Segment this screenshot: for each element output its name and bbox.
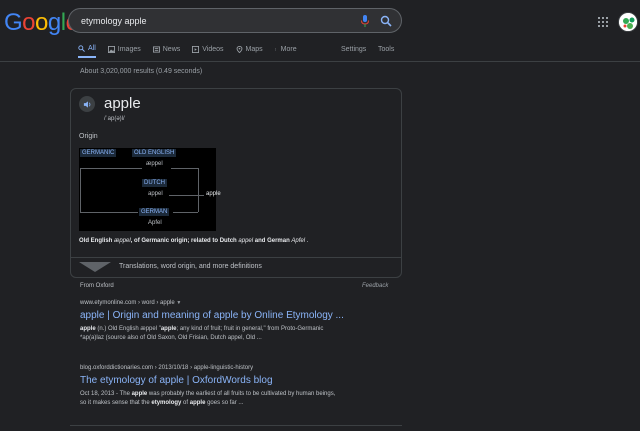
search-box[interactable] <box>68 8 402 33</box>
logo-letter: o <box>22 9 36 36</box>
tree-apfel: Apfel <box>148 220 162 226</box>
dropdown-arrow-icon[interactable]: ▼ <box>176 300 181 306</box>
tree-line <box>198 195 204 196</box>
search-icon <box>78 44 85 52</box>
result-url-text: www.etymonline.com › word › apple <box>80 300 175 306</box>
search-icon[interactable] <box>380 15 392 27</box>
map-pin-icon <box>236 45 242 53</box>
source-label: From Oxford <box>80 283 114 289</box>
more-vert-icon <box>274 47 276 51</box>
tree-apple: apple <box>206 191 221 197</box>
tree-germanic: GERMANIC <box>80 149 117 157</box>
snippet-part: goes so far ... <box>205 400 244 406</box>
ety-part: , of Germanic origin; related to Dutch <box>130 238 239 244</box>
logo-letter: g <box>47 9 61 36</box>
snippet-part: (n.) Old English æppel " <box>95 326 161 332</box>
next-card-border <box>70 425 402 426</box>
result-title-link[interactable]: apple | Origin and meaning of apple by O… <box>80 310 400 321</box>
tab-label: More <box>280 45 297 53</box>
snippet-part: Oct 18, 2013 - The <box>80 391 132 397</box>
ety-part: Apfel <box>291 238 306 244</box>
image-icon <box>107 45 115 53</box>
dictionary-word: apple <box>104 95 141 112</box>
result-url[interactable]: blog.oxforddictionaries.com › 2013/10/18… <box>80 365 400 371</box>
etymology-text: Old English æppel, of Germanic origin; r… <box>79 238 395 244</box>
tree-line <box>80 212 138 213</box>
ety-part: æppel <box>114 238 131 244</box>
feedback-link[interactable]: Feedback <box>362 283 388 289</box>
tab-label: News <box>162 45 181 53</box>
dictionary-card: apple /ˈap(ə)l/ Origin GERMANIC OLD ENGL… <box>70 88 402 278</box>
settings-link[interactable]: Settings <box>341 40 366 58</box>
ety-part: . <box>305 238 309 244</box>
snippet-part: was probably the earliest of all fruits … <box>147 391 336 397</box>
result-url[interactable]: www.etymonline.com › word › apple ▼ <box>80 300 400 306</box>
tab-videos[interactable]: Videos <box>192 40 224 58</box>
etymology-tree: GERMANIC OLD ENGLISH æppel DUTCH appel a… <box>79 148 221 231</box>
tools-link[interactable]: Tools <box>378 40 394 58</box>
tree-appel: appel <box>148 191 163 197</box>
chevron-down-icon <box>79 262 111 272</box>
video-icon <box>192 45 200 53</box>
ety-part: and German <box>253 238 292 244</box>
header-divider <box>0 61 640 62</box>
ety-part: Old English <box>79 238 115 244</box>
snippet-part: apple <box>189 400 206 406</box>
ety-part: appel <box>238 238 254 244</box>
result-stats: About 3,020,000 results (0.49 seconds) <box>80 68 203 75</box>
snippet-part: ; any kind of fruit; fruit in general," … <box>176 326 324 332</box>
tree-line <box>173 212 198 213</box>
microphone-icon[interactable] <box>360 15 370 27</box>
snippet-part: etymology <box>151 400 182 406</box>
result-title-link[interactable]: The etymology of apple | OxfordWords blo… <box>80 375 400 386</box>
tab-label: Videos <box>202 45 224 53</box>
snippet-part: so it makes sense that the <box>80 400 152 406</box>
apps-grid-icon[interactable] <box>598 17 608 27</box>
tree-dutch: DUTCH <box>142 179 167 187</box>
tab-maps[interactable]: Maps <box>236 40 263 58</box>
origin-label: Origin <box>79 133 98 140</box>
speaker-button[interactable] <box>79 96 95 112</box>
tab-all[interactable]: All <box>78 40 96 58</box>
result-snippet: apple (n.) Old English æppel "apple; any… <box>80 325 400 343</box>
tree-german: GERMAN <box>139 208 170 216</box>
tab-label: Maps <box>245 45 263 53</box>
tab-images[interactable]: Images <box>107 40 141 58</box>
result-snippet: Oct 18, 2013 - The apple was probably th… <box>80 390 400 408</box>
speaker-icon <box>83 100 90 108</box>
tree-line <box>80 168 142 169</box>
tree-old-english: OLD ENGLISH <box>132 149 177 157</box>
pronunciation: /ˈap(ə)l/ <box>104 116 125 122</box>
avatar[interactable] <box>618 12 638 32</box>
tree-line <box>198 168 199 212</box>
snippet-part: apple <box>80 326 96 332</box>
snippet-part: *ap(a)laz (source also of Old Saxon, Old… <box>80 335 262 341</box>
tree-line <box>80 168 81 212</box>
search-input[interactable] <box>81 12 351 30</box>
avatar-image-icon <box>619 13 637 31</box>
more-definitions-row[interactable]: Translations, word origin, and more defi… <box>71 257 401 277</box>
tab-more[interactable]: More <box>274 40 297 58</box>
snippet-part: apple <box>160 326 177 332</box>
more-definitions-label: Translations, word origin, and more defi… <box>119 263 262 270</box>
snippet-part: apple <box>131 391 148 397</box>
snippet-part: of <box>181 400 190 406</box>
tab-news[interactable]: News <box>152 40 181 58</box>
tree-line <box>169 195 198 196</box>
tree-line <box>171 168 198 169</box>
search-result: blog.oxforddictionaries.com › 2013/10/18… <box>80 365 400 408</box>
search-result: www.etymonline.com › word › apple ▼ appl… <box>80 300 400 343</box>
tree-aeppel: æppel <box>146 161 163 167</box>
search-tabs: All Images News Videos Maps More <box>78 40 309 62</box>
news-icon <box>152 45 160 53</box>
logo-letter: o <box>35 9 48 36</box>
tab-label: All <box>88 44 96 52</box>
logo-letter: G <box>4 9 23 36</box>
tab-label: Images <box>117 45 141 53</box>
